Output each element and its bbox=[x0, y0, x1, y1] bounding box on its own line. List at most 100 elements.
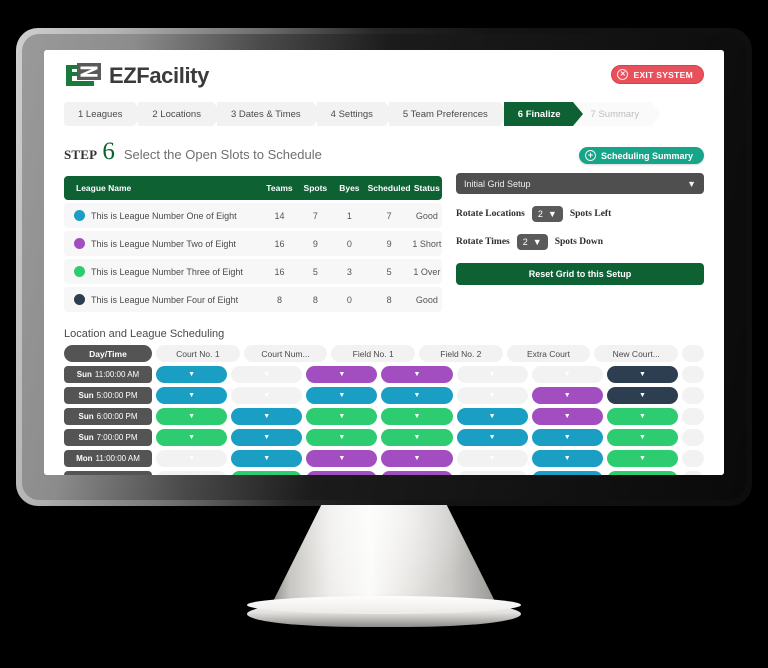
grid-col-header[interactable] bbox=[682, 345, 705, 362]
daytime-cell[interactable]: Mon5:00:00 PM bbox=[64, 471, 152, 475]
brand-name: EZFacility bbox=[109, 62, 209, 88]
tab-label: 5 Team Preferences bbox=[402, 108, 488, 120]
time-label: 11:00:00 AM bbox=[94, 370, 140, 379]
table-row[interactable]: This is League Number One of Eight 14 7 1 7 G… bbox=[64, 203, 442, 228]
schedule-slot-cell[interactable]: ▼ bbox=[156, 471, 228, 475]
schedule-slot-cell[interactable]: ▼ bbox=[306, 450, 378, 467]
schedule-slot-cell[interactable]: ▼ bbox=[231, 471, 303, 475]
grid-col-header[interactable]: Court Num... bbox=[243, 345, 328, 362]
schedule-slot-cell[interactable]: ▼ bbox=[531, 387, 603, 404]
schedule-slot-cell[interactable]: ▼ bbox=[606, 450, 678, 467]
teams-cell: 8 bbox=[260, 287, 299, 312]
grid-col-header[interactable]: Field No. 2 bbox=[419, 345, 503, 362]
time-label: 6:00:00 PM bbox=[96, 412, 138, 421]
schedule-slot-cell[interactable]: ▼ bbox=[606, 366, 678, 383]
schedule-slot-cell[interactable]: ▼ bbox=[306, 366, 378, 383]
schedule-slot-cell[interactable]: ▼ bbox=[456, 429, 528, 446]
byes-cell: 3 bbox=[332, 259, 367, 284]
schedule-slot-cell[interactable]: ▼ bbox=[231, 387, 303, 404]
schedule-slot-cell[interactable]: ▼ bbox=[381, 450, 453, 467]
league-name: This is League Number One of Eight bbox=[91, 211, 237, 221]
schedule-slot-cell[interactable]: ▼ bbox=[231, 429, 303, 446]
col-teams: Teams bbox=[260, 176, 299, 200]
schedule-slot-cell[interactable]: ▼ bbox=[156, 366, 228, 383]
schedule-slot-cell[interactable]: ▼ bbox=[531, 471, 603, 475]
schedule-slot-cell[interactable]: ▼ bbox=[531, 429, 603, 446]
caret-down-icon: ▼ bbox=[338, 392, 346, 399]
schedule-slot-cell[interactable]: ▼ bbox=[456, 450, 528, 467]
schedule-slot-cell[interactable]: ▼ bbox=[156, 429, 228, 446]
schedule-slot-cell[interactable]: ▼ bbox=[306, 387, 378, 404]
rotate-times-value: 2 bbox=[522, 237, 528, 247]
schedule-slot-cell[interactable]: ▼ bbox=[606, 408, 678, 425]
scheduled-cell: 7 bbox=[366, 203, 412, 228]
grid-col-header[interactable]: Field No. 1 bbox=[331, 345, 416, 362]
schedule-slot-cell[interactable]: ▼ bbox=[231, 450, 303, 467]
daytime-cell[interactable]: Sun 11:00:00 AM bbox=[64, 366, 152, 383]
tab-settings[interactable]: 4 Settings bbox=[316, 102, 396, 126]
tab-team-preferences[interactable]: 5 Team Preferences bbox=[388, 102, 510, 126]
schedule-slot-cell[interactable] bbox=[681, 366, 704, 383]
grid-setup-value: Initial Grid Setup bbox=[464, 178, 531, 189]
tab-finalize[interactable]: 6 Finalize bbox=[503, 102, 583, 126]
rotate-locations-select[interactable]: 2 ▼ bbox=[531, 206, 563, 222]
daytime-cell[interactable]: Sun 6:00:00 PM bbox=[64, 408, 152, 425]
schedule-grid-header-row: Day/Time Court No. 1 Court Num... Field No.… bbox=[64, 345, 705, 362]
schedule-slot-cell[interactable] bbox=[681, 450, 704, 467]
tab-locations[interactable]: 2 Locations bbox=[138, 102, 223, 126]
schedule-slot-cell[interactable]: ▼ bbox=[606, 387, 678, 404]
schedule-slot-cell[interactable]: ▼ bbox=[381, 471, 453, 475]
exit-system-button[interactable]: ✕ EXIT SYSTEM bbox=[611, 65, 704, 84]
application-page: EZFacility ✕ EXIT SYSTEM 1 Leagues 2 Loc… bbox=[44, 50, 724, 475]
grid-col-header-daytime[interactable]: Day/Time bbox=[64, 345, 152, 362]
schedule-slot-cell[interactable]: ▼ bbox=[531, 408, 603, 425]
schedule-slot-cell[interactable] bbox=[681, 387, 704, 404]
brand-logo[interactable]: EZFacility bbox=[64, 62, 704, 89]
schedule-slot-cell[interactable]: ▼ bbox=[306, 471, 378, 475]
tab-leagues[interactable]: 1 Leagues bbox=[64, 102, 145, 126]
schedule-slot-cell[interactable]: ▼ bbox=[306, 429, 378, 446]
daytime-cell[interactable]: Sun 5:00:00 PM bbox=[64, 387, 152, 404]
schedule-slot-cell[interactable] bbox=[681, 408, 704, 425]
schedule-slot-cell[interactable]: ▼ bbox=[456, 408, 528, 425]
table-row[interactable]: This is League Number Four of Eight 8 8 0 8 G… bbox=[64, 287, 442, 312]
time-label: 7:00:00 PM bbox=[96, 433, 138, 442]
league-name: This is League Number Four of Eight bbox=[91, 295, 239, 305]
schedule-slot-cell[interactable]: ▼ bbox=[381, 387, 453, 404]
daytime-cell[interactable]: Mon 11:00:00 AM bbox=[64, 450, 152, 467]
tab-dates-times[interactable]: 3 Dates & Times bbox=[216, 102, 323, 126]
schedule-slot-cell[interactable]: ▼ bbox=[531, 450, 603, 467]
grid-col-header[interactable]: New Court... bbox=[594, 345, 679, 362]
schedule-slot-cell[interactable]: ▼ bbox=[156, 450, 228, 467]
schedule-slot-cell[interactable]: ▼ bbox=[456, 387, 528, 404]
schedule-slot-cell[interactable]: ▼ bbox=[381, 408, 453, 425]
schedule-slot-cell[interactable]: ▼ bbox=[381, 366, 453, 383]
schedule-slot-cell[interactable]: ▼ bbox=[156, 408, 228, 425]
grid-setup-select[interactable]: Initial Grid Setup ▼ bbox=[456, 173, 704, 194]
scheduling-summary-button[interactable]: + Scheduling Summary bbox=[578, 147, 704, 164]
caret-down-icon: ▼ bbox=[413, 413, 421, 420]
table-row[interactable]: This is League Number Two of Eight 16 9 0 9 1… bbox=[64, 231, 442, 256]
schedule-grid-row: Mon5:00:00 PM▼▼▼▼▼▼▼ bbox=[64, 471, 704, 475]
reset-grid-button[interactable]: Reset Grid to this Setup bbox=[456, 263, 704, 285]
schedule-slot-cell[interactable]: ▼ bbox=[156, 387, 228, 404]
schedule-slot-cell[interactable]: ▼ bbox=[606, 429, 678, 446]
grid-col-header[interactable]: Extra Court bbox=[506, 345, 591, 362]
schedule-slot-cell[interactable]: ▼ bbox=[531, 366, 603, 383]
grid-col-header[interactable]: Court No. 1 bbox=[156, 345, 240, 362]
rotate-times-select[interactable]: 2 ▼ bbox=[516, 234, 548, 250]
schedule-slot-cell[interactable]: ▼ bbox=[231, 366, 303, 383]
schedule-slot-cell[interactable]: ▼ bbox=[606, 471, 678, 475]
schedule-slot-cell[interactable]: ▼ bbox=[456, 366, 528, 383]
schedule-slot-cell[interactable]: ▼ bbox=[381, 429, 453, 446]
table-row[interactable]: This is League Number Three of Eight 16 5 3… bbox=[64, 259, 442, 284]
schedule-slot-cell[interactable] bbox=[681, 429, 704, 446]
daytime-cell[interactable]: Sun 7:00:00 PM bbox=[64, 429, 152, 446]
caret-down-icon: ▼ bbox=[563, 392, 571, 399]
schedule-slot-cell[interactable]: ▼ bbox=[231, 408, 303, 425]
caret-down-icon: ▼ bbox=[188, 392, 196, 399]
schedule-slot-cell[interactable]: ▼ bbox=[456, 471, 528, 475]
schedule-slot-cell[interactable] bbox=[681, 471, 704, 475]
schedule-slot-cell[interactable]: ▼ bbox=[306, 408, 378, 425]
col-spots: Spots bbox=[298, 176, 333, 200]
